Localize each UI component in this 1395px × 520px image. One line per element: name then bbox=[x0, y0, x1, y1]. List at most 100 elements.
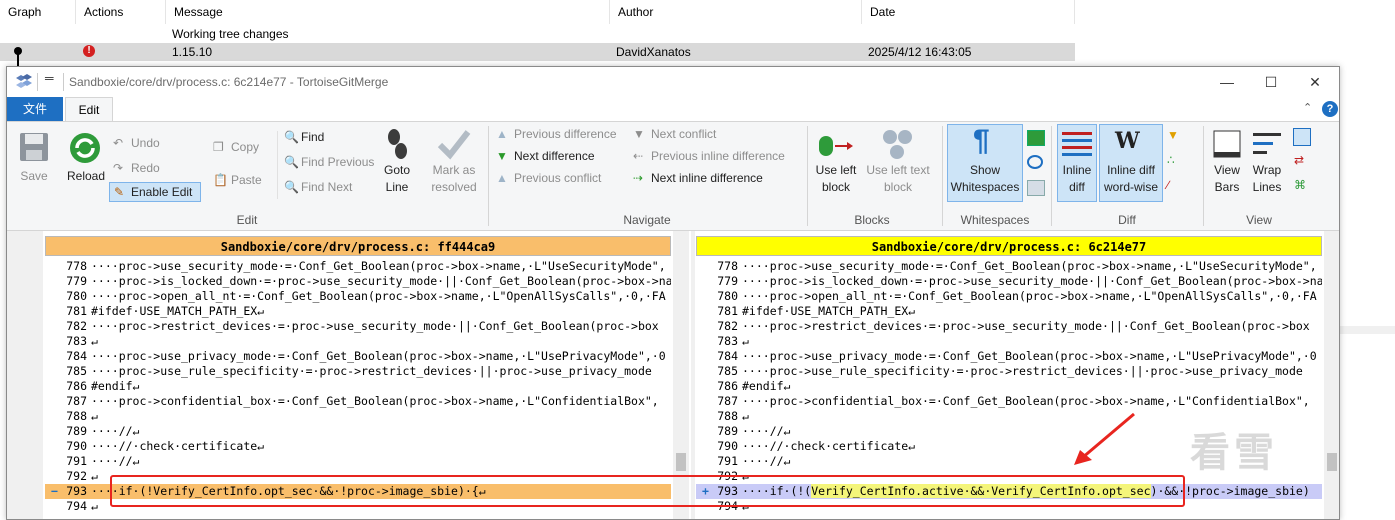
whitespace-option-icon[interactable] bbox=[1027, 130, 1045, 146]
collapse-ribbon-icon[interactable]: ⌃ bbox=[1303, 101, 1312, 114]
col-message-header[interactable]: Message bbox=[166, 0, 610, 24]
col-actions-header[interactable]: Actions bbox=[76, 0, 166, 24]
title-bar[interactable]: ═ Sandboxie/core/drv/process.c: 6c214e77… bbox=[7, 67, 1339, 97]
code-line[interactable]: 789 ····//↵ bbox=[45, 424, 671, 439]
group-separator bbox=[942, 126, 943, 226]
swap-icon[interactable]: ⇄ bbox=[1294, 153, 1304, 167]
code-line[interactable]: 778 ····proc->use_security_mode·=·Conf_Ge… bbox=[45, 259, 671, 274]
use-left-text-block-label-1: Use left text bbox=[866, 163, 930, 177]
code-text: ↵ bbox=[742, 409, 749, 423]
use-left-text-block-label-2: block bbox=[883, 180, 912, 194]
log-row-commit[interactable]: ! 1.15.10 DavidXanatos 2025/4/12 16:43:0… bbox=[0, 43, 1075, 67]
mark-resolved-label-2: resolved bbox=[431, 180, 477, 194]
code-line[interactable]: 787 ····proc->confidential_box·=·Conf_Get… bbox=[45, 394, 671, 409]
collapse-icon[interactable]: ⌘ bbox=[1294, 178, 1306, 192]
minimize-button[interactable]: — bbox=[1205, 67, 1249, 97]
copy-button[interactable]: Copy bbox=[231, 140, 259, 154]
paste-button[interactable]: Paste bbox=[231, 173, 262, 187]
code-line[interactable]: 786 #endif↵ bbox=[45, 379, 671, 394]
code-line[interactable]: 783 ↵ bbox=[696, 334, 1322, 349]
line-number: 780 bbox=[66, 289, 87, 303]
find-previous-button[interactable]: Find Previous bbox=[301, 155, 374, 169]
find-next-button[interactable]: Find Next bbox=[301, 180, 352, 194]
code-line[interactable]: 784 ····proc->use_privacy_mode·=·Conf_Get… bbox=[696, 349, 1322, 364]
code-text: ····proc->confidential_box·=·Conf_Get_Bo… bbox=[91, 394, 659, 408]
paste-icon: 📋 bbox=[213, 173, 228, 187]
mark-resolved-button[interactable]: Mark as resolved bbox=[425, 162, 483, 196]
previous-inline-difference-button[interactable]: Previous inline difference bbox=[651, 149, 785, 163]
next-inline-difference-button[interactable]: Next inline difference bbox=[651, 171, 763, 185]
code-line[interactable]: 779 ····proc->is_locked_down·=·proc->use_… bbox=[696, 274, 1322, 289]
line-number: 783 bbox=[66, 334, 87, 348]
left-location-bar[interactable] bbox=[7, 231, 43, 519]
right-scroll-thumb[interactable] bbox=[1327, 453, 1337, 471]
code-line[interactable]: 786 #endif↵ bbox=[696, 379, 1322, 394]
code-line[interactable]: 784 ····proc->use_privacy_mode·=·Conf_Get… bbox=[45, 349, 671, 364]
code-line[interactable]: 781 #ifdef·USE_MATCH_PATH_EX↵ bbox=[45, 304, 671, 319]
code-line[interactable]: 783 ↵ bbox=[45, 334, 671, 349]
code-line[interactable]: 787 ····proc->confidential_box·=·Conf_Get… bbox=[696, 394, 1322, 409]
code-line[interactable]: 779 ····proc->is_locked_down·=·proc->use_… bbox=[45, 274, 671, 289]
maximize-button[interactable]: ☐ bbox=[1249, 67, 1293, 97]
col-graph-header[interactable]: Graph bbox=[0, 0, 76, 24]
next-conflict-button[interactable]: Next conflict bbox=[651, 127, 716, 141]
group-label-edit: Edit bbox=[236, 213, 258, 227]
find-button[interactable]: Find bbox=[301, 130, 324, 144]
code-line[interactable]: 778 ····proc->use_security_mode·=·Conf_Ge… bbox=[696, 259, 1322, 274]
tab-file[interactable]: 文件 bbox=[7, 97, 63, 121]
col-date-header[interactable]: Date bbox=[862, 0, 1075, 24]
right-scrollbar[interactable] bbox=[1324, 231, 1339, 519]
show-whitespaces-label-1: Show bbox=[969, 163, 1001, 177]
mark-resolved-label-1: Mark as bbox=[432, 163, 476, 177]
next-difference-button[interactable]: Next difference bbox=[514, 149, 595, 163]
close-button[interactable]: ✕ bbox=[1293, 67, 1337, 97]
code-line[interactable]: 791 ····//↵ bbox=[45, 454, 671, 469]
previous-conflict-button[interactable]: Previous conflict bbox=[514, 171, 601, 185]
reload-button[interactable]: Reload bbox=[63, 168, 109, 185]
log-row-working-tree[interactable]: Working tree changes bbox=[0, 25, 1075, 43]
save-icon bbox=[20, 133, 48, 161]
redo-button[interactable]: Redo bbox=[131, 161, 160, 175]
col-author-header[interactable]: Author bbox=[610, 0, 862, 24]
diff-option-icon[interactable]: ∴ bbox=[1167, 153, 1175, 167]
log-message: Working tree changes bbox=[172, 27, 289, 41]
code-line[interactable]: 785 ····proc->use_rule_specificity·=·proc… bbox=[45, 364, 671, 379]
goto-line-button[interactable]: Goto Line bbox=[377, 162, 417, 196]
view-layout-icon[interactable] bbox=[1293, 128, 1311, 146]
undo-button[interactable]: Undo bbox=[131, 136, 160, 150]
code-text: ····proc->use_security_mode·=·Conf_Get_B… bbox=[742, 259, 1317, 273]
diff-filter-icon[interactable]: ▼ bbox=[1167, 128, 1179, 142]
code-text: ····//↵ bbox=[742, 424, 791, 438]
enable-edit-label: Enable Edit bbox=[131, 185, 193, 199]
line-number: 790 bbox=[717, 439, 738, 453]
code-line[interactable]: 780 ····proc->open_all_nt·=·Conf_Get_Bool… bbox=[45, 289, 671, 304]
wrap-lines-button[interactable]: Wrap Lines bbox=[1247, 162, 1287, 196]
save-button[interactable]: Save bbox=[13, 168, 55, 185]
quick-access-dropdown-icon[interactable]: ═ bbox=[45, 71, 54, 85]
help-icon[interactable]: ? bbox=[1322, 101, 1338, 117]
reload-icon bbox=[70, 133, 100, 163]
goto-line-icon bbox=[388, 129, 407, 159]
tab-edit[interactable]: Edit bbox=[65, 97, 113, 121]
ignore-whitespace-icon[interactable] bbox=[1027, 155, 1043, 169]
left-scroll-thumb[interactable] bbox=[676, 453, 686, 471]
code-line[interactable]: 790 ····//·check·certificate↵ bbox=[45, 439, 671, 454]
line-number: 782 bbox=[66, 319, 87, 333]
find-next-icon: 🔍 bbox=[284, 180, 299, 194]
view-bars-button[interactable]: View Bars bbox=[1207, 162, 1247, 196]
ribbon-tabs: 文件 Edit ⌃ ? bbox=[7, 97, 1339, 121]
log-author: DavidXanatos bbox=[616, 45, 691, 59]
previous-difference-button[interactable]: Previous difference bbox=[514, 127, 617, 141]
code-line[interactable]: 780 ····proc->open_all_nt·=·Conf_Get_Bool… bbox=[696, 289, 1322, 304]
diff-option-2-icon[interactable]: ∕ bbox=[1167, 178, 1169, 192]
code-line[interactable]: 788 ↵ bbox=[45, 409, 671, 424]
code-line[interactable]: 781 #ifdef·USE_MATCH_PATH_EX↵ bbox=[696, 304, 1322, 319]
log-date: 2025/4/12 16:43:05 bbox=[868, 45, 972, 59]
use-left-block-button[interactable]: Use left block bbox=[811, 162, 861, 196]
whitespace-setting-icon[interactable] bbox=[1027, 180, 1045, 196]
use-left-text-block-button[interactable]: Use left text block bbox=[861, 162, 935, 196]
error-action-icon: ! bbox=[83, 45, 95, 57]
code-line[interactable]: 782 ····proc->restrict_devices·=·proc->us… bbox=[696, 319, 1322, 334]
code-line[interactable]: 782 ····proc->restrict_devices·=·proc->us… bbox=[45, 319, 671, 334]
code-line[interactable]: 785 ····proc->use_rule_specificity·=·proc… bbox=[696, 364, 1322, 379]
